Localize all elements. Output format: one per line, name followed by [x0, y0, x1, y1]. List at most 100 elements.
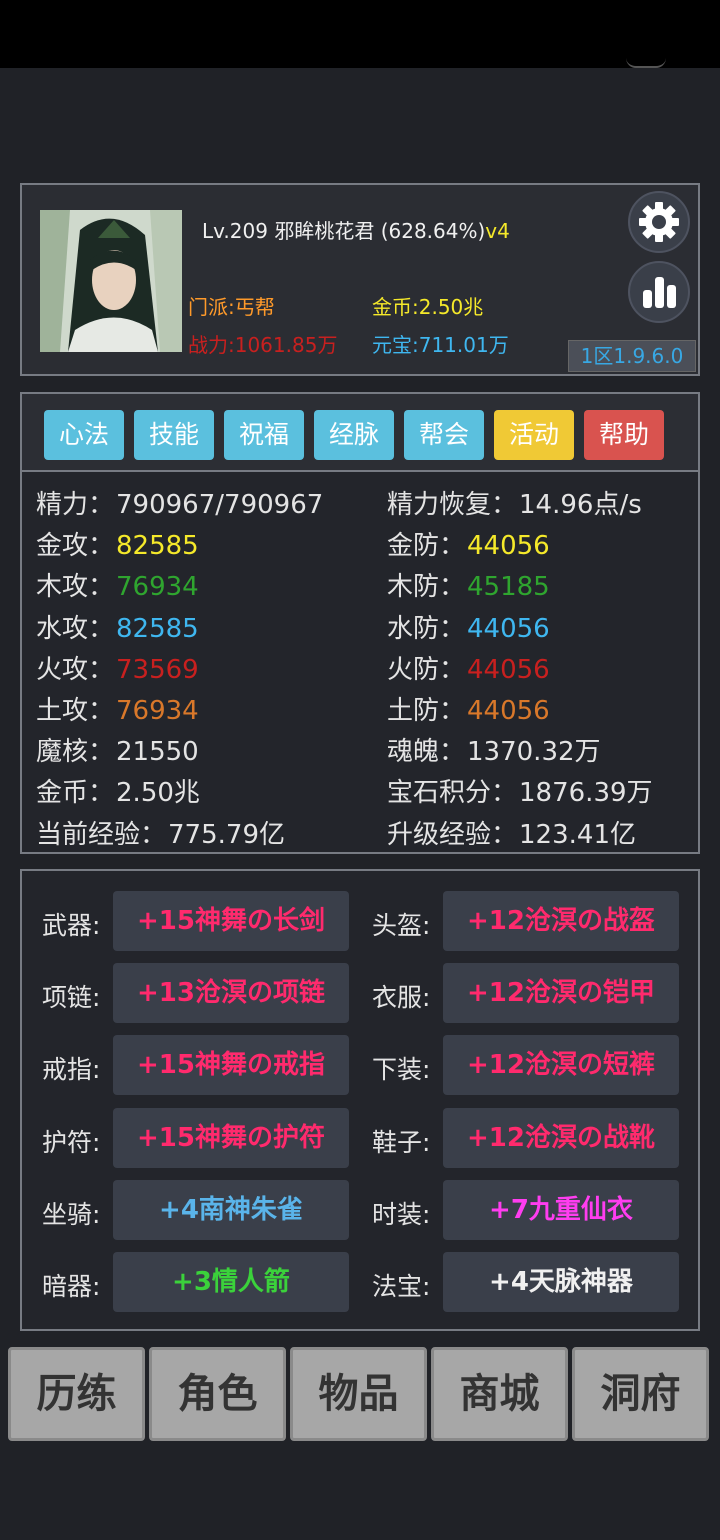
equipment-item-button[interactable]: +12沧溟の战盔	[443, 891, 679, 951]
equipment-slot-label: 项链:	[42, 983, 101, 1013]
server-version: 1区1.9.6.0	[568, 340, 696, 372]
stat-value: 44056	[467, 531, 550, 562]
stat-row: 当前经验：775.79亿	[36, 814, 285, 851]
equipment-slot-label: 下装:	[372, 1055, 431, 1085]
level-progress: (628.64%)	[380, 219, 486, 243]
sect-label: 门派:丐帮	[188, 295, 275, 319]
character-header: Lv.209 邪眸桃花君 (628.64%)v4 门派:丐帮 战力:1061.8…	[20, 183, 700, 376]
equipment-slot-label: 护符:	[42, 1127, 101, 1157]
stat-row: 木攻：76934	[36, 566, 199, 603]
ingot-amount: 元宝:711.01万	[372, 333, 509, 357]
stat-label: 木防：	[387, 572, 466, 603]
character-avatar[interactable]	[40, 210, 182, 352]
stat-label: 木攻：	[36, 572, 115, 603]
equipment-item-button[interactable]: +3情人箭	[113, 1252, 349, 1312]
stat-row: 土攻：76934	[36, 690, 199, 727]
stat-value: 44056	[467, 613, 550, 644]
equipment-item-button[interactable]: +4天脉神器	[443, 1252, 679, 1312]
equipment-slot-label: 法宝:	[372, 1272, 431, 1301]
tab-guild[interactable]: 帮会	[404, 410, 484, 460]
stat-value: 44056	[467, 696, 550, 726]
stat-row: 宝石积分：1876.39万	[387, 772, 653, 809]
nav-character[interactable]: 角色	[149, 1347, 286, 1441]
nav-cave[interactable]: 洞府	[572, 1347, 709, 1441]
stat-value: 2.50兆	[116, 778, 200, 809]
equipment-item-button[interactable]: +15神舞の长剑	[113, 891, 349, 951]
stat-value: 790967/790967	[116, 490, 324, 520]
function-tabs: 心法 技能 祝福 经脉 帮会 活动 帮助	[22, 394, 698, 472]
stat-row: 木防：45185	[387, 566, 550, 603]
equipment-slot-label: 鞋子:	[372, 1127, 431, 1157]
bar-chart-icon	[643, 277, 676, 308]
tab-meridian[interactable]: 经脉	[314, 410, 394, 460]
stat-row: 水攻：82585	[36, 608, 199, 645]
stat-label: 魔核：	[36, 737, 115, 768]
character-level: Lv.209	[202, 219, 268, 243]
stat-label: 金攻：	[36, 531, 115, 562]
stat-label: 水防：	[387, 613, 466, 644]
stat-value: 76934	[116, 696, 199, 726]
tab-skills[interactable]: 技能	[134, 410, 214, 460]
stat-value: 1370.32万	[467, 737, 601, 768]
equipment-item-button[interactable]: +12沧溟の铠甲	[443, 963, 679, 1024]
equipment-slot-label: 戒指:	[42, 1055, 101, 1085]
stat-label: 火防：	[387, 654, 466, 685]
stat-row: 金防：44056	[387, 525, 550, 562]
tab-help[interactable]: 帮助	[584, 410, 664, 460]
camera-notch	[626, 58, 666, 68]
tab-activity[interactable]: 活动	[494, 410, 574, 460]
stat-label: 精力恢复：	[387, 490, 518, 520]
stat-row: 魂魄：1370.32万	[387, 731, 601, 768]
vip-level: v4	[485, 219, 510, 243]
equipment-slot-label: 武器:	[42, 911, 101, 940]
settings-button[interactable]	[628, 191, 690, 253]
stat-row: 魔核：21550	[36, 731, 199, 768]
stat-row: 火防：44056	[387, 649, 550, 686]
equipment-panel: 武器: +15神舞の长剑项链: +13沧溟の项链戒指: +15神舞の戒指护符: +15神…	[20, 869, 700, 1331]
equipment-item-button[interactable]: +4南神朱雀	[113, 1179, 349, 1240]
stat-value: 1876.39万	[519, 778, 653, 809]
stat-value: 82585	[116, 531, 199, 562]
stat-label: 金币：	[36, 778, 115, 809]
equipment-slot-label: 坐骑:	[42, 1199, 101, 1229]
stats-panel: 心法 技能 祝福 经脉 帮会 活动 帮助 精力：790967/790967 金攻：…	[20, 392, 700, 854]
equipment-item-button[interactable]: +15神舞の戒指	[113, 1035, 349, 1096]
stat-value: 14.96点/s	[519, 490, 642, 520]
stat-value: 123.41亿	[519, 819, 636, 850]
equipment-item-button[interactable]: +13沧溟の项链	[113, 963, 349, 1024]
equipment-item-button[interactable]: +12沧溟の短裤	[443, 1035, 679, 1096]
tab-blessing[interactable]: 祝福	[224, 410, 304, 460]
stat-label: 精力：	[36, 490, 115, 520]
stat-row: 精力恢复：14.96点/s	[387, 484, 642, 521]
equipment-slot-label: 头盔:	[372, 911, 431, 940]
equipment-item-button[interactable]: +12沧溟の战靴	[443, 1107, 679, 1168]
stat-value: 73569	[116, 654, 199, 685]
equipment-slot-label: 时装:	[372, 1199, 431, 1229]
bottom-navigation: 历练 角色 物品 商城 洞府	[8, 1347, 712, 1441]
equipment-item-button[interactable]: +7九重仙衣	[443, 1179, 679, 1240]
nav-training[interactable]: 历练	[8, 1347, 145, 1441]
stat-label: 火攻：	[36, 654, 115, 685]
status-bar	[0, 0, 720, 68]
character-title: Lv.209 邪眸桃花君 (628.64%)v4	[202, 215, 510, 244]
equipment-item-button[interactable]: +15神舞の护符	[113, 1107, 349, 1168]
combat-power: 战力:1061.85万	[188, 333, 338, 357]
stat-row: 土防：44056	[387, 690, 550, 727]
stat-row: 升级经验：123.41亿	[387, 814, 636, 851]
stat-row: 金币：2.50兆	[36, 772, 200, 809]
stat-value: 82585	[116, 613, 199, 644]
nav-items[interactable]: 物品	[290, 1347, 427, 1441]
stat-value: 21550	[116, 737, 199, 768]
stat-label: 土防：	[387, 696, 466, 726]
stat-value: 775.79亿	[168, 819, 285, 850]
ranking-button[interactable]	[628, 261, 690, 323]
tab-xinfa[interactable]: 心法	[44, 410, 124, 460]
nav-shop[interactable]: 商城	[431, 1347, 568, 1441]
stat-label: 魂魄：	[387, 737, 466, 768]
stat-label: 土攻：	[36, 696, 115, 726]
stat-label: 宝石积分：	[387, 778, 518, 809]
gear-icon	[639, 202, 679, 242]
stat-label: 金防：	[387, 531, 466, 562]
gold-amount: 金币:2.50兆	[372, 295, 484, 319]
stat-value: 76934	[116, 572, 199, 603]
